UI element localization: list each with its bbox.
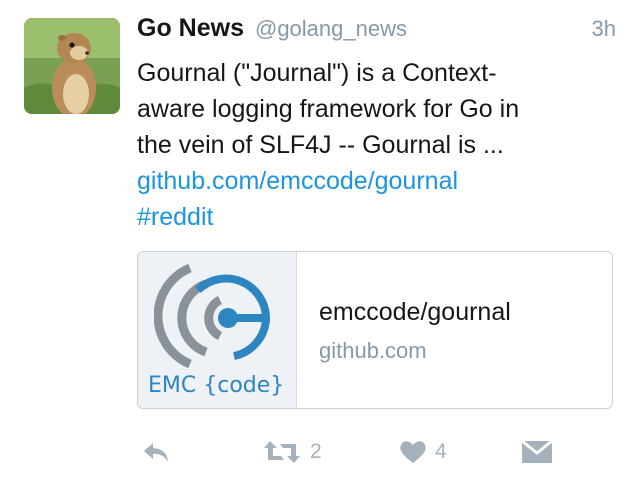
link-preview-card[interactable]: EMC {code} emccode/gournal github.com xyxy=(137,251,613,409)
direct-message-button[interactable] xyxy=(521,432,553,472)
like-count: 4 xyxy=(435,440,447,463)
tweet-actions: 2 4 xyxy=(137,432,617,472)
tweet-header: Go News @golang_news 3h xyxy=(137,14,616,50)
card-title: emccode/gournal xyxy=(319,298,511,326)
brand-wordmark: EMC {code} xyxy=(148,373,285,398)
reply-icon xyxy=(144,443,168,462)
tweet-text-line: aware logging framework for Go in xyxy=(137,95,520,123)
reply-button[interactable] xyxy=(141,432,171,472)
emc-code-logo-icon xyxy=(154,263,271,369)
retweet-button[interactable]: 2 xyxy=(262,432,322,472)
avatar[interactable] xyxy=(24,18,120,114)
author-handle[interactable]: @golang_news xyxy=(255,16,407,42)
tweet: Go News @golang_news 3h Gournal ("Journa… xyxy=(0,0,640,485)
heart-icon xyxy=(400,441,426,463)
ground-squirrel-avatar-image xyxy=(24,18,120,114)
retweet-count: 2 xyxy=(310,440,322,463)
tweet-text: Gournal ("Journal") is a Context- aware … xyxy=(137,55,617,235)
hashtag-link[interactable]: #reddit xyxy=(137,199,617,235)
tweet-url-link[interactable]: github.com/emccode/gournal xyxy=(137,163,617,199)
retweet-icon xyxy=(264,441,300,463)
tweet-text-line: the vein of SLF4J -- Gournal is ... xyxy=(137,131,504,159)
card-domain: github.com xyxy=(319,338,427,363)
author-name[interactable]: Go News xyxy=(137,14,244,43)
like-button[interactable]: 4 xyxy=(399,432,447,472)
tweet-text-line: Gournal ("Journal") is a Context- xyxy=(137,59,497,87)
card-thumbnail: EMC {code} xyxy=(138,252,297,408)
timestamp[interactable]: 3h xyxy=(592,16,616,42)
envelope-icon xyxy=(521,439,553,463)
